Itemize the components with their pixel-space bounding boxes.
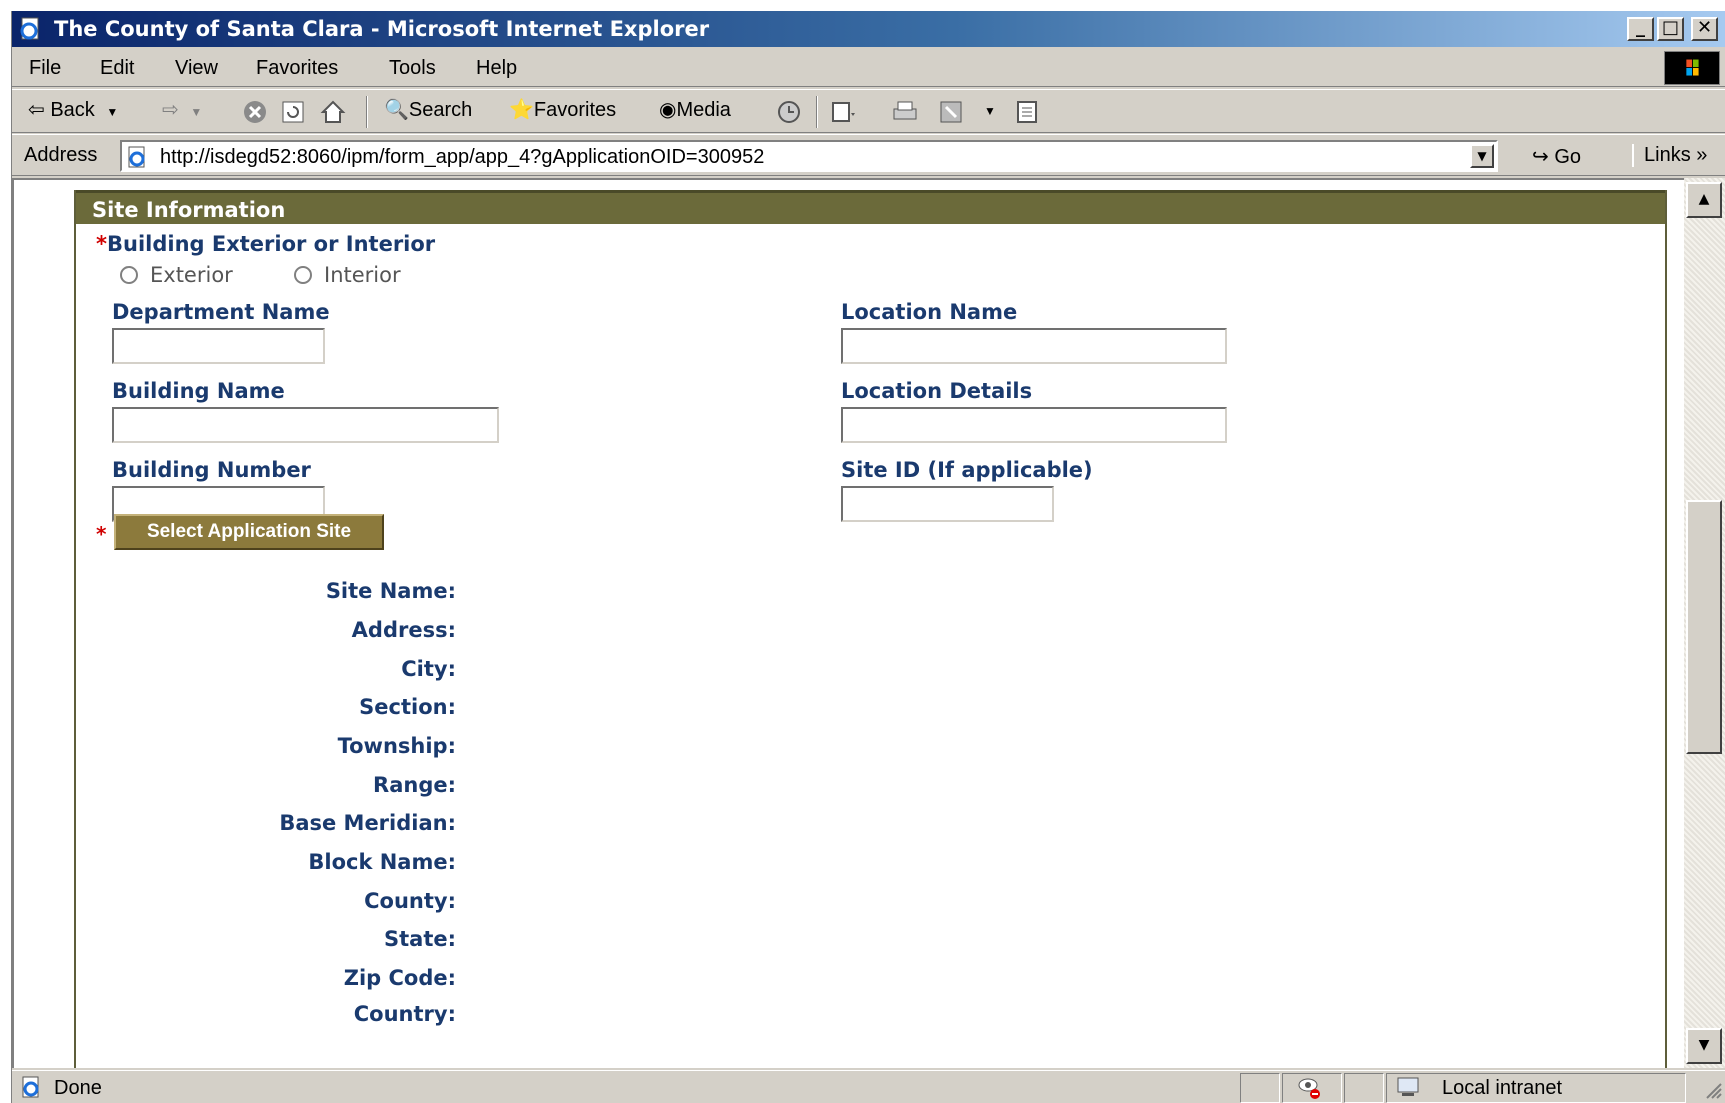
scrollbar-thumb[interactable] <box>1686 500 1722 754</box>
menu-file[interactable]: File <box>29 57 61 80</box>
search-label: Search <box>408 99 473 121</box>
menu-bar: File Edit View Favorites Tools Help <box>12 49 1725 87</box>
favorites-button[interactable]: ⭐Favorites <box>509 97 616 122</box>
resize-grip-icon[interactable] <box>1702 1079 1722 1099</box>
favorites-label: Favorites <box>533 99 617 121</box>
back-button[interactable]: ⇦ Back ▼ <box>28 97 118 122</box>
scroll-down-button[interactable]: ▼ <box>1686 1028 1722 1064</box>
menu-view[interactable]: View <box>175 57 218 80</box>
browser-window: The County of Santa Clara - Microsoft In… <box>11 11 1725 1103</box>
site-name-label: Site Name: <box>325 579 456 603</box>
chevron-right-icon: » <box>1696 144 1708 166</box>
address-input[interactable]: http://isdegd52:8060/ipm/form_app/app_4?… <box>120 140 1498 172</box>
history-icon[interactable] <box>776 99 802 125</box>
township-label: Township: <box>337 734 456 758</box>
links-label: Links <box>1644 144 1691 166</box>
go-arrow-icon: ↪ <box>1532 146 1549 168</box>
forward-button[interactable]: ⇨ ▼ <box>162 97 202 122</box>
forward-arrow-icon: ⇨ <box>162 99 179 121</box>
status-cell <box>1282 1073 1342 1103</box>
county-label: County: <box>364 889 456 913</box>
menu-help[interactable]: Help <box>476 57 517 80</box>
intranet-icon <box>1397 1077 1419 1096</box>
toolbar-separator <box>366 96 368 128</box>
edit-icon[interactable] <box>938 99 964 125</box>
site-details-labels: Site Name: Address: City: Section: Towns… <box>76 190 456 1068</box>
windows-logo-icon <box>1664 51 1720 85</box>
page-content: Site Information *Building Exterior or I… <box>12 178 1684 1068</box>
refresh-icon[interactable] <box>280 99 306 125</box>
home-icon[interactable] <box>320 99 346 125</box>
address-bar: Address http://isdegd52:8060/ipm/form_ap… <box>12 134 1725 176</box>
page-icon <box>128 146 145 168</box>
menu-tools[interactable]: Tools <box>389 57 436 80</box>
status-text: Done <box>54 1077 102 1099</box>
media-icon: ◉ <box>659 99 677 121</box>
site-id-input[interactable] <box>841 486 1054 522</box>
search-icon: 🔍 <box>384 99 409 121</box>
chevron-down-icon: ▼ <box>190 105 203 119</box>
print-icon[interactable] <box>892 99 918 125</box>
address-field-label: Address: <box>351 618 456 642</box>
location-name-label: Location Name <box>841 300 1018 324</box>
toolbar-separator <box>816 96 818 128</box>
site-information-panel: Site Information *Building Exterior or I… <box>74 190 1667 1068</box>
back-arrow-icon: ⇦ <box>28 99 45 121</box>
go-button[interactable]: ↪ Go <box>1532 144 1581 169</box>
search-button[interactable]: 🔍Search <box>384 97 472 122</box>
minimize-button[interactable]: _ <box>1627 17 1654 41</box>
privacy-icon[interactable] <box>1297 1076 1323 1100</box>
address-label: Address <box>24 144 98 166</box>
chevron-down-icon[interactable]: ▼ <box>984 104 996 118</box>
menu-favorites[interactable]: Favorites <box>256 57 338 80</box>
menu-edit[interactable]: Edit <box>100 57 134 80</box>
favorites-icon: ⭐ <box>509 99 534 121</box>
site-id-label: Site ID (If applicable) <box>841 458 1093 482</box>
country-label: Country: <box>353 1002 456 1026</box>
mail-icon[interactable] <box>830 99 856 125</box>
scroll-up-button[interactable]: ▲ <box>1686 182 1722 218</box>
location-details-label: Location Details <box>841 379 1033 403</box>
security-zone-text: Local intranet <box>1442 1077 1563 1099</box>
links-button[interactable]: Links » <box>1632 144 1707 167</box>
discuss-icon[interactable] <box>1014 99 1040 125</box>
page-done-icon <box>22 1076 39 1098</box>
standard-toolbar: ⇦ Back ▼ ⇨ ▼ 🔍Search ⭐Favorites ◉Media ▼ <box>12 89 1725 133</box>
state-label: State: <box>383 927 456 951</box>
status-bar: Done Local intranet <box>12 1070 1725 1103</box>
chevron-down-icon: ▼ <box>106 105 119 119</box>
back-label: Back <box>50 99 95 121</box>
title-bar: The County of Santa Clara - Microsoft In… <box>12 11 1725 47</box>
media-button[interactable]: ◉Media <box>659 97 731 122</box>
media-label: Media <box>676 99 731 121</box>
range-label: Range: <box>373 773 456 797</box>
section-label: Section: <box>359 695 456 719</box>
location-name-input[interactable] <box>841 328 1227 364</box>
go-label: Go <box>1554 146 1582 168</box>
maximize-button[interactable]: □ <box>1657 17 1684 41</box>
block-name-label: Block Name: <box>308 850 456 874</box>
ie-page-icon <box>20 17 39 40</box>
city-label: City: <box>401 657 456 681</box>
stop-icon[interactable] <box>242 99 268 125</box>
address-url: http://isdegd52:8060/ipm/form_app/app_4?… <box>160 146 765 168</box>
close-button[interactable]: ✕ <box>1691 17 1718 41</box>
vertical-scrollbar[interactable]: ▲ ▼ <box>1684 178 1725 1068</box>
location-details-input[interactable] <box>841 407 1227 443</box>
status-cell <box>1240 1073 1280 1103</box>
status-cell <box>1344 1073 1384 1103</box>
zip-code-label: Zip Code: <box>343 966 456 990</box>
window-title: The County of Santa Clara - Microsoft In… <box>54 17 710 41</box>
base-meridian-label: Base Meridian: <box>279 811 456 835</box>
address-dropdown-button[interactable]: ▼ <box>1470 144 1494 168</box>
